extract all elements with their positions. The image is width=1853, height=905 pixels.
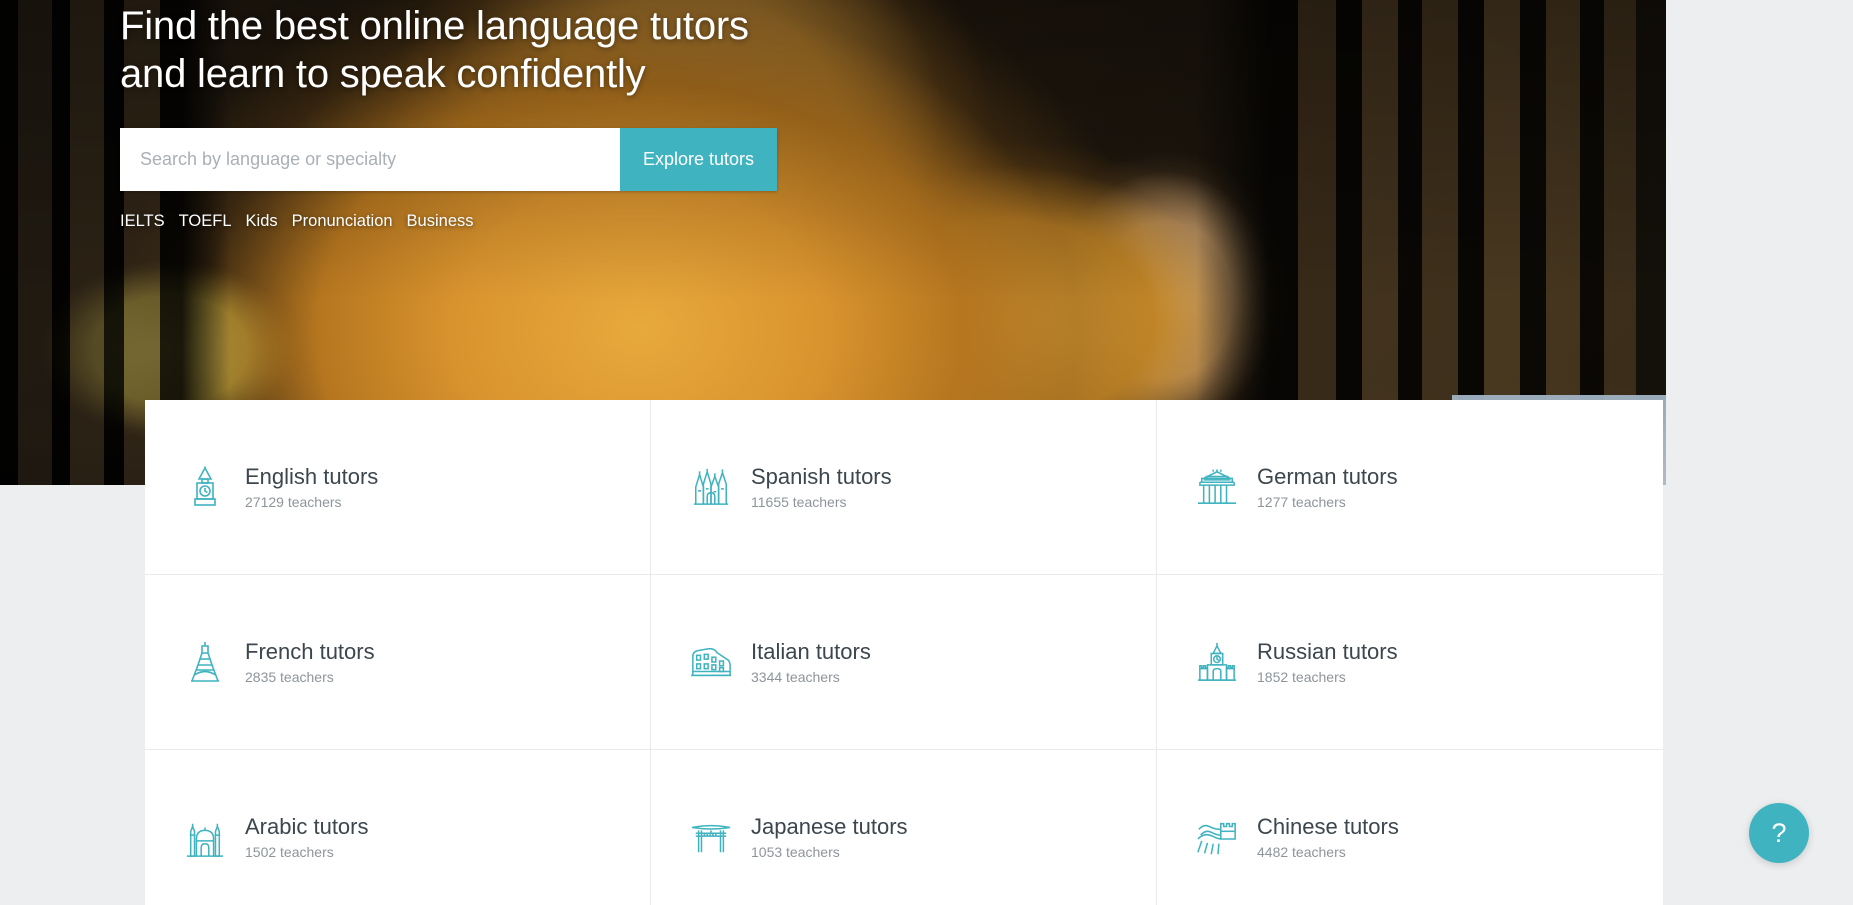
page-title: Find the best online language tutors and… bbox=[120, 0, 1020, 98]
tag-link-pronunciation[interactable]: Pronunciation bbox=[292, 212, 393, 231]
language-card-french[interactable]: French tutors 2835 teachers bbox=[145, 575, 651, 750]
card-title: Chinese tutors bbox=[1257, 814, 1399, 839]
torii-gate-icon bbox=[689, 816, 733, 860]
tag-link-ielts[interactable]: IELTS bbox=[120, 212, 165, 231]
search-bar: Explore tutors bbox=[120, 128, 777, 191]
card-count: 4482 teachers bbox=[1257, 844, 1346, 860]
explore-tutors-button[interactable]: Explore tutors bbox=[620, 128, 777, 191]
card-count: 1502 teachers bbox=[245, 844, 334, 860]
card-count: 1277 teachers bbox=[1257, 493, 1346, 510]
language-card-chinese[interactable]: Chinese tutors 4482 teachers bbox=[1157, 750, 1663, 905]
card-count: 1053 teachers bbox=[751, 844, 840, 860]
card-text: Italian tutors 3344 teachers bbox=[751, 639, 871, 686]
page-title-line-1: Find the best online language tutors bbox=[120, 4, 749, 48]
language-card-spanish[interactable]: Spanish tutors 11655 teachers bbox=[651, 400, 1157, 575]
language-card-grid: English tutors 27129 teachers Spanish tu… bbox=[145, 400, 1663, 905]
page-root: Find the best online language tutors and… bbox=[0, 0, 1853, 905]
card-title: German tutors bbox=[1257, 463, 1398, 489]
page-title-line-2: and learn to speak confidently bbox=[120, 52, 646, 96]
card-count: 27129 teachers bbox=[245, 493, 342, 510]
card-text: Arabic tutors 1502 teachers bbox=[245, 814, 369, 861]
tag-link-toefl[interactable]: TOEFL bbox=[179, 212, 232, 231]
card-title: French tutors bbox=[245, 638, 375, 664]
language-card-german[interactable]: German tutors 1277 teachers bbox=[1157, 400, 1663, 575]
big-ben-icon bbox=[183, 465, 227, 509]
card-title: Russian tutors bbox=[1257, 638, 1398, 664]
card-title: English tutors bbox=[245, 463, 379, 489]
kremlin-tower-icon bbox=[1195, 640, 1239, 684]
mosque-icon bbox=[183, 816, 227, 860]
card-title: Japanese tutors bbox=[751, 814, 908, 839]
colosseum-icon bbox=[689, 640, 733, 684]
eiffel-tower-icon bbox=[183, 640, 227, 684]
card-text: Spanish tutors 11655 teachers bbox=[751, 464, 892, 511]
hero-content: Find the best online language tutors and… bbox=[120, 0, 1020, 231]
card-title: Spanish tutors bbox=[751, 463, 892, 489]
language-card-arabic[interactable]: Arabic tutors 1502 teachers bbox=[145, 750, 651, 905]
help-button[interactable]: ? bbox=[1749, 803, 1809, 863]
language-card-english[interactable]: English tutors 27129 teachers bbox=[145, 400, 651, 575]
card-count: 1852 teachers bbox=[1257, 668, 1346, 685]
sagrada-familia-icon bbox=[689, 465, 733, 509]
card-text: English tutors 27129 teachers bbox=[245, 464, 378, 511]
card-count: 11655 teachers bbox=[751, 493, 847, 510]
card-title: Arabic tutors bbox=[245, 814, 369, 839]
card-count: 3344 teachers bbox=[751, 668, 840, 685]
card-text: Russian tutors 1852 teachers bbox=[1257, 639, 1398, 686]
search-input[interactable] bbox=[120, 128, 620, 191]
brandenburg-gate-icon bbox=[1195, 465, 1239, 509]
quick-tag-list: IELTS TOEFL Kids Pronunciation Business bbox=[120, 212, 1020, 231]
language-card-russian[interactable]: Russian tutors 1852 teachers bbox=[1157, 575, 1663, 750]
language-card-japanese[interactable]: Japanese tutors 1053 teachers bbox=[651, 750, 1157, 905]
card-count: 2835 teachers bbox=[245, 668, 334, 685]
card-text: German tutors 1277 teachers bbox=[1257, 464, 1398, 511]
card-title: Italian tutors bbox=[751, 638, 871, 664]
great-wall-icon bbox=[1195, 816, 1239, 860]
card-text: Japanese tutors 1053 teachers bbox=[751, 814, 908, 861]
language-card-italian[interactable]: Italian tutors 3344 teachers bbox=[651, 575, 1157, 750]
tag-link-kids[interactable]: Kids bbox=[246, 212, 278, 231]
card-text: French tutors 2835 teachers bbox=[245, 639, 375, 686]
card-text: Chinese tutors 4482 teachers bbox=[1257, 814, 1399, 861]
tag-link-business[interactable]: Business bbox=[407, 212, 474, 231]
